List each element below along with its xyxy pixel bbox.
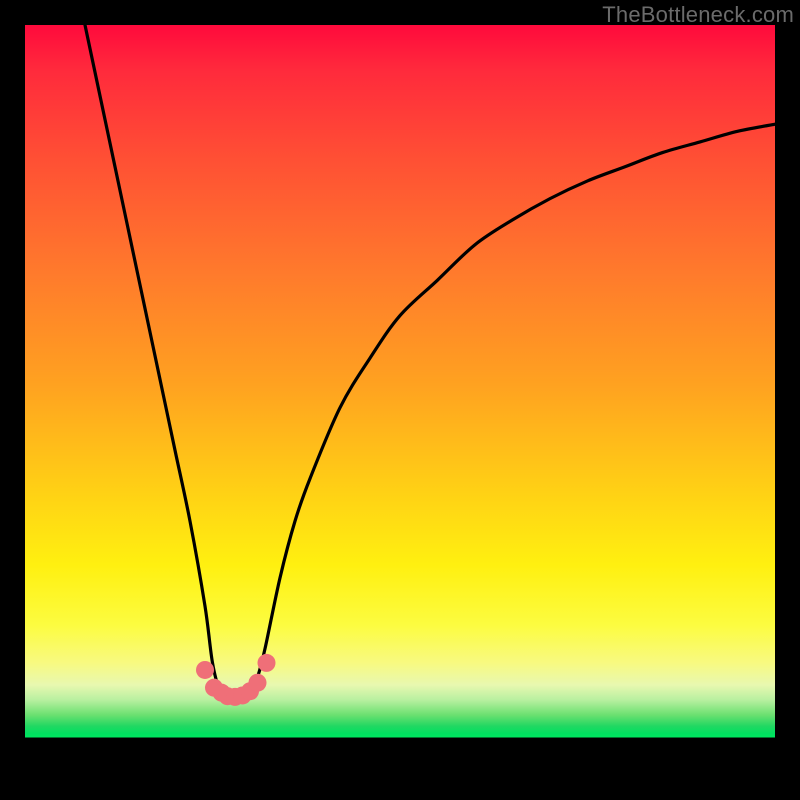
valley-dot [258,654,276,672]
valley-dots-group [196,654,276,706]
bottleneck-curve [85,25,775,699]
chart-svg [25,25,775,775]
chart-frame [25,25,775,775]
valley-dot [249,674,267,692]
valley-dot [196,661,214,679]
